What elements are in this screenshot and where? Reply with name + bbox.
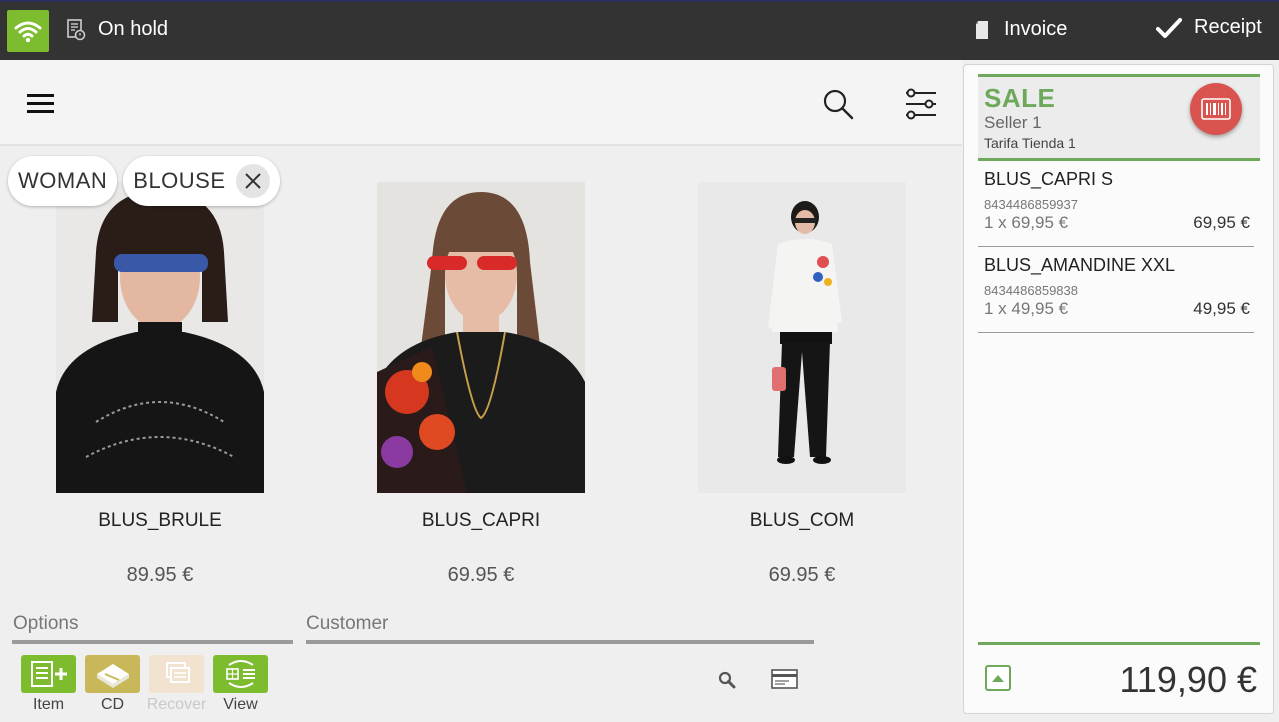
add-item-label: Item — [32, 696, 65, 713]
customer-search-icon[interactable] — [718, 671, 736, 689]
on-hold-button[interactable]: On hold — [66, 18, 168, 41]
close-icon[interactable] — [235, 164, 270, 198]
options-divider — [12, 640, 293, 644]
filter-chip-woman[interactable]: WOMAN — [8, 156, 118, 206]
barcode-scan-button[interactable] — [1190, 83, 1242, 135]
product-card[interactable]: BLUS_COM 69.95 € — [698, 182, 906, 586]
invoice-icon — [976, 20, 988, 39]
top-bar: On hold Invoice Receipt — [0, 0, 1279, 60]
line-item-name: BLUS_CAPRI S — [984, 169, 1114, 189]
filter-chip-label: BLOUSE — [133, 168, 226, 193]
add-item-button[interactable]: Item — [21, 655, 76, 714]
option-buttons: Item CD Recover View — [21, 655, 268, 714]
seller-label[interactable]: Seller 1 — [984, 113, 1042, 133]
view-button[interactable]: View — [213, 655, 268, 714]
invoice-button[interactable]: Invoice — [974, 18, 1067, 41]
product-name: BLUS_COM — [749, 510, 855, 531]
line-item-quantity: 1 x 69,95 € — [984, 213, 1069, 232]
product-name: BLUS_BRULE — [98, 510, 222, 531]
ticket-line-item[interactable]: BLUS_CAPRI S 8434486859937 1 x 69,95 € 6… — [978, 161, 1254, 247]
hamburger-menu-icon[interactable] — [27, 92, 55, 116]
line-item-barcode: 8434486859937 — [984, 197, 1078, 212]
line-item-quantity: 1 x 49,95 € — [984, 299, 1069, 318]
view-label: View — [223, 696, 258, 713]
product-price: 69.95 € — [768, 564, 836, 586]
wifi-icon — [14, 21, 42, 43]
catalog-panel: WOMAN BLOUSE BLUS_BRULE 89.95 € BLUS_CAP… — [0, 60, 962, 722]
product-price: 69.95 € — [447, 564, 515, 586]
active-filter-chips: WOMAN BLOUSE — [8, 156, 280, 206]
on-hold-label: On hold — [98, 18, 169, 40]
filter-chip-blouse[interactable]: BLOUSE — [123, 156, 280, 206]
ticket-panel: SALE Seller 1 Tarifa Tienda 1 BLUS_CAPRI… — [963, 64, 1274, 714]
line-item-total: 49,95 € — [1193, 299, 1250, 318]
customer-card-icon[interactable] — [771, 669, 798, 689]
total-divider — [978, 642, 1260, 645]
cd-icon — [85, 655, 140, 693]
product-photo — [377, 182, 585, 493]
receipt-button[interactable]: Receipt — [1156, 16, 1262, 39]
recover-label: Recover — [146, 696, 207, 713]
filter-settings-icon[interactable] — [904, 88, 938, 120]
sale-type-label: SALE — [984, 83, 1056, 113]
line-item-name: BLUS_AMANDINE XXL — [984, 255, 1176, 275]
checkmark-icon — [1156, 17, 1182, 38]
sale-header: SALE Seller 1 Tarifa Tienda 1 — [978, 74, 1260, 161]
line-item-barcode: 8434486859838 — [984, 283, 1078, 298]
product-card[interactable]: BLUS_CAPRI 69.95 € — [377, 182, 585, 586]
add-item-icon — [21, 655, 76, 693]
filter-chip-label: WOMAN — [18, 168, 108, 193]
catalog-toolbar — [0, 60, 962, 146]
customer-section-label: Customer — [306, 613, 389, 634]
product-name: BLUS_CAPRI — [421, 510, 541, 531]
recover-icon — [149, 655, 204, 693]
cd-label: CD — [100, 696, 125, 713]
product-photo — [698, 182, 906, 493]
wifi-status-button[interactable] — [7, 10, 49, 52]
search-icon[interactable] — [822, 88, 854, 120]
options-section-label: Options — [13, 613, 79, 634]
customer-divider — [306, 640, 814, 644]
expand-up-icon[interactable] — [985, 665, 1011, 691]
product-price: 89.95 € — [126, 564, 194, 586]
recover-button[interactable]: Recover — [146, 655, 207, 714]
product-photo — [56, 182, 264, 493]
invoice-label: Invoice — [1004, 18, 1068, 40]
ticket-line-item[interactable]: BLUS_AMANDINE XXL 8434486859838 1 x 49,9… — [978, 247, 1254, 333]
cd-button[interactable]: CD — [85, 655, 140, 714]
product-card[interactable]: BLUS_BRULE 89.95 € — [56, 182, 264, 586]
on-hold-icon — [67, 18, 86, 40]
view-icon — [213, 655, 268, 693]
line-item-total: 69,95 € — [1193, 213, 1250, 232]
tariff-label: Tarifa Tienda 1 — [984, 135, 1076, 151]
ticket-total: 119,90 € — [1119, 659, 1257, 700]
receipt-label: Receipt — [1194, 16, 1262, 38]
barcode-icon — [1201, 98, 1231, 120]
